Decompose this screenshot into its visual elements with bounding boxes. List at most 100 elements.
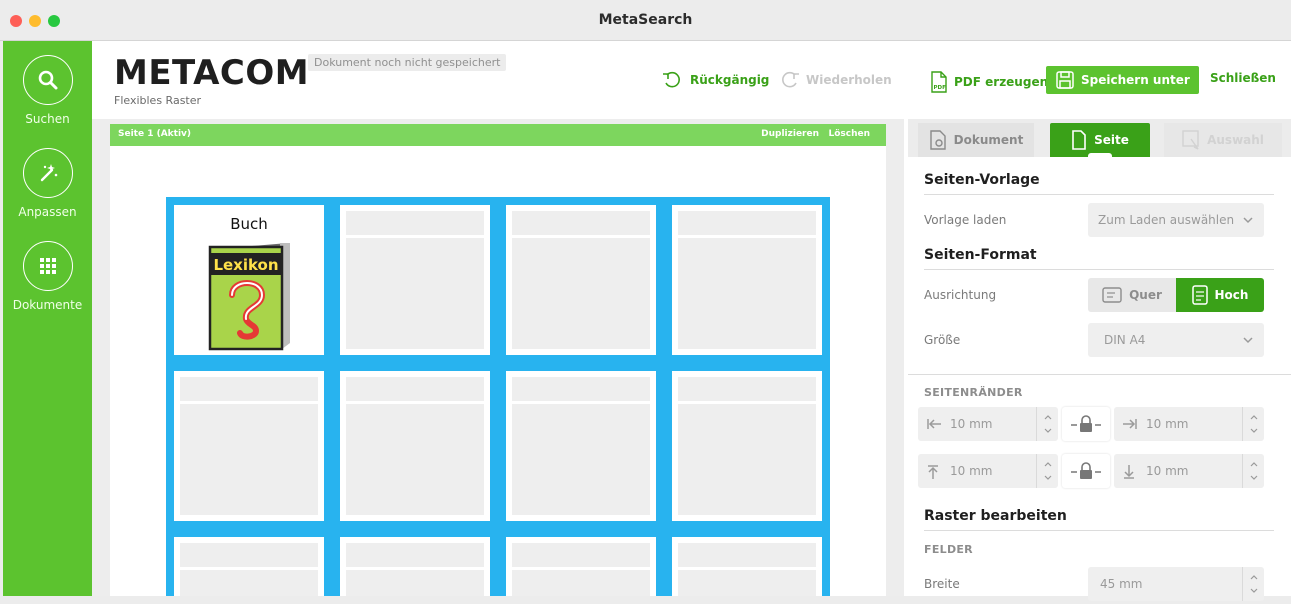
duplicate-page-button[interactable]: Duplizieren (761, 129, 819, 139)
tab-selection[interactable]: Auswahl (1164, 123, 1282, 157)
window-titlebar: MetaSearch (0, 0, 1291, 41)
sidebar-item-label: Dokumente (12, 298, 83, 312)
close-document-button[interactable]: Schließen (1210, 71, 1276, 85)
orientation-portrait-button[interactable]: Hoch (1176, 278, 1264, 312)
pdf-button[interactable]: PDF PDF erzeugen (930, 71, 1048, 93)
grid-cell[interactable] (174, 371, 324, 521)
grid-cell[interactable] (506, 205, 656, 355)
chevron-down-icon (1243, 217, 1253, 224)
window-title: MetaSearch (598, 12, 693, 28)
sidebar-item-customize[interactable]: Anpassen (3, 148, 92, 219)
brand-logo: METACOM (114, 53, 310, 93)
sidebar: Suchen Anpassen Dokumente (3, 41, 92, 596)
tab-page-label: Seite (1094, 133, 1129, 147)
margin-bottom-value: 10 mm (1146, 464, 1189, 478)
tab-selection-label: Auswahl (1207, 133, 1264, 147)
stepper-arrows-icon[interactable] (1242, 407, 1264, 441)
portrait-icon (1191, 285, 1208, 305)
size-select-value: DIN A4 (1104, 333, 1146, 347)
field-width-value: 45 mm (1100, 577, 1143, 591)
stepper-arrows-icon[interactable] (1036, 454, 1058, 488)
margin-left-value: 10 mm (950, 417, 993, 431)
margin-top-stepper[interactable]: 10 mm (918, 454, 1058, 488)
redo-icon (782, 71, 799, 88)
landscape-icon (1102, 287, 1122, 303)
panel-content: Seiten-Vorlage Vorlage laden Zum Laden a… (908, 157, 1291, 601)
page-label: Seite 1 (Aktiv) (118, 129, 192, 139)
lock-icon (1071, 462, 1101, 479)
pdf-file-icon: PDF (931, 71, 947, 93)
margin-right-value: 10 mm (1146, 417, 1189, 431)
grid-cell[interactable] (672, 371, 822, 521)
grid-cell[interactable] (340, 371, 490, 521)
template-select[interactable]: Zum Laden auswählen (1088, 203, 1264, 237)
chevron-down-icon (1243, 337, 1253, 344)
undo-button[interactable]: Rückgängig (662, 71, 769, 89)
stepper-arrows-icon[interactable] (1242, 454, 1264, 488)
properties-panel: Dokument Seite Auswahl Seiten-Vorlage Vo… (908, 119, 1291, 601)
arrow-right-bar-icon (1123, 419, 1137, 429)
raster-section-title: Raster bearbeiten (924, 508, 1067, 524)
lock-icon (1071, 415, 1101, 432)
lock-vertical-button[interactable] (1062, 454, 1110, 488)
grid-cell[interactable] (506, 371, 656, 521)
redo-button[interactable]: Wiederholen (778, 71, 892, 89)
floppy-disk-icon (1056, 71, 1074, 89)
margin-bottom-stepper[interactable]: 10 mm (1114, 454, 1264, 488)
status-badge: Dokument noch nicht gespeichert (308, 54, 507, 71)
main-area: METACOM Dokument noch nicht gespeichert … (92, 41, 1291, 601)
orientation-label: Ausrichtung (924, 288, 997, 302)
tab-page[interactable]: Seite (1050, 123, 1150, 157)
margin-top-value: 10 mm (950, 464, 993, 478)
format-section-title: Seiten-Format (924, 247, 1037, 263)
landscape-label: Quer (1129, 288, 1162, 302)
arrow-left-bar-icon (927, 419, 941, 429)
grid-cell[interactable] (672, 205, 822, 355)
tab-document[interactable]: Dokument (918, 123, 1034, 157)
portrait-label: Hoch (1214, 288, 1249, 302)
page-header-bar: Seite 1 (Aktiv) Duplizieren Löschen (110, 124, 886, 146)
page-icon (1072, 130, 1086, 150)
tab-document-label: Dokument (953, 133, 1024, 147)
template-select-value: Zum Laden auswählen (1098, 213, 1235, 227)
search-icon (22, 55, 73, 105)
grid-cell[interactable] (174, 537, 324, 596)
size-select[interactable]: DIN A4 (1088, 323, 1264, 357)
size-label: Größe (924, 333, 961, 347)
grid-cell[interactable] (340, 205, 490, 355)
grid-cell[interactable] (506, 537, 656, 596)
template-section-title: Seiten-Vorlage (924, 172, 1040, 188)
lexicon-book-icon: Lexikon (208, 243, 290, 351)
document-subtitle: Flexibles Raster (114, 94, 202, 107)
stepper-arrows-icon[interactable] (1036, 407, 1058, 441)
lexicon-label: Lexikon (213, 256, 278, 274)
margin-left-stepper[interactable]: 10 mm (918, 407, 1058, 441)
grid-frame: Buch Lexikon (166, 197, 830, 596)
margin-right-stepper[interactable]: 10 mm (1114, 407, 1264, 441)
sidebar-item-documents[interactable]: Dokumente (3, 241, 92, 312)
sidebar-item-label: Suchen (25, 112, 70, 126)
cell-title: Buch (230, 215, 268, 233)
pdf-label: PDF erzeugen (954, 75, 1049, 89)
undo-label: Rückgängig (690, 73, 770, 87)
arrow-up-bar-icon (928, 465, 938, 479)
sidebar-item-search[interactable]: Suchen (3, 55, 92, 126)
redo-label: Wiederholen (806, 73, 892, 87)
delete-page-button[interactable]: Löschen (828, 129, 870, 139)
svg-text:PDF: PDF (934, 85, 947, 91)
grid-icon (22, 241, 73, 291)
grid-cell[interactable] (672, 537, 822, 596)
template-load-label: Vorlage laden (924, 213, 1007, 227)
grid-cell[interactable] (340, 537, 490, 596)
orientation-landscape-button[interactable]: Quer (1088, 278, 1176, 312)
document-settings-icon (929, 130, 946, 150)
lock-horizontal-button[interactable] (1062, 407, 1110, 441)
grid-cell[interactable]: Buch Lexikon (174, 205, 324, 355)
width-label: Breite (924, 577, 960, 591)
margins-caption: SEITENRÄNDER (924, 386, 1023, 399)
save-as-label: Speichern unter (1081, 73, 1190, 87)
save-as-button[interactable]: Speichern unter (1046, 66, 1199, 94)
orientation-toggle: Quer Hoch (1088, 278, 1264, 312)
arrow-down-bar-icon (1124, 465, 1134, 479)
selection-icon (1182, 130, 1199, 150)
